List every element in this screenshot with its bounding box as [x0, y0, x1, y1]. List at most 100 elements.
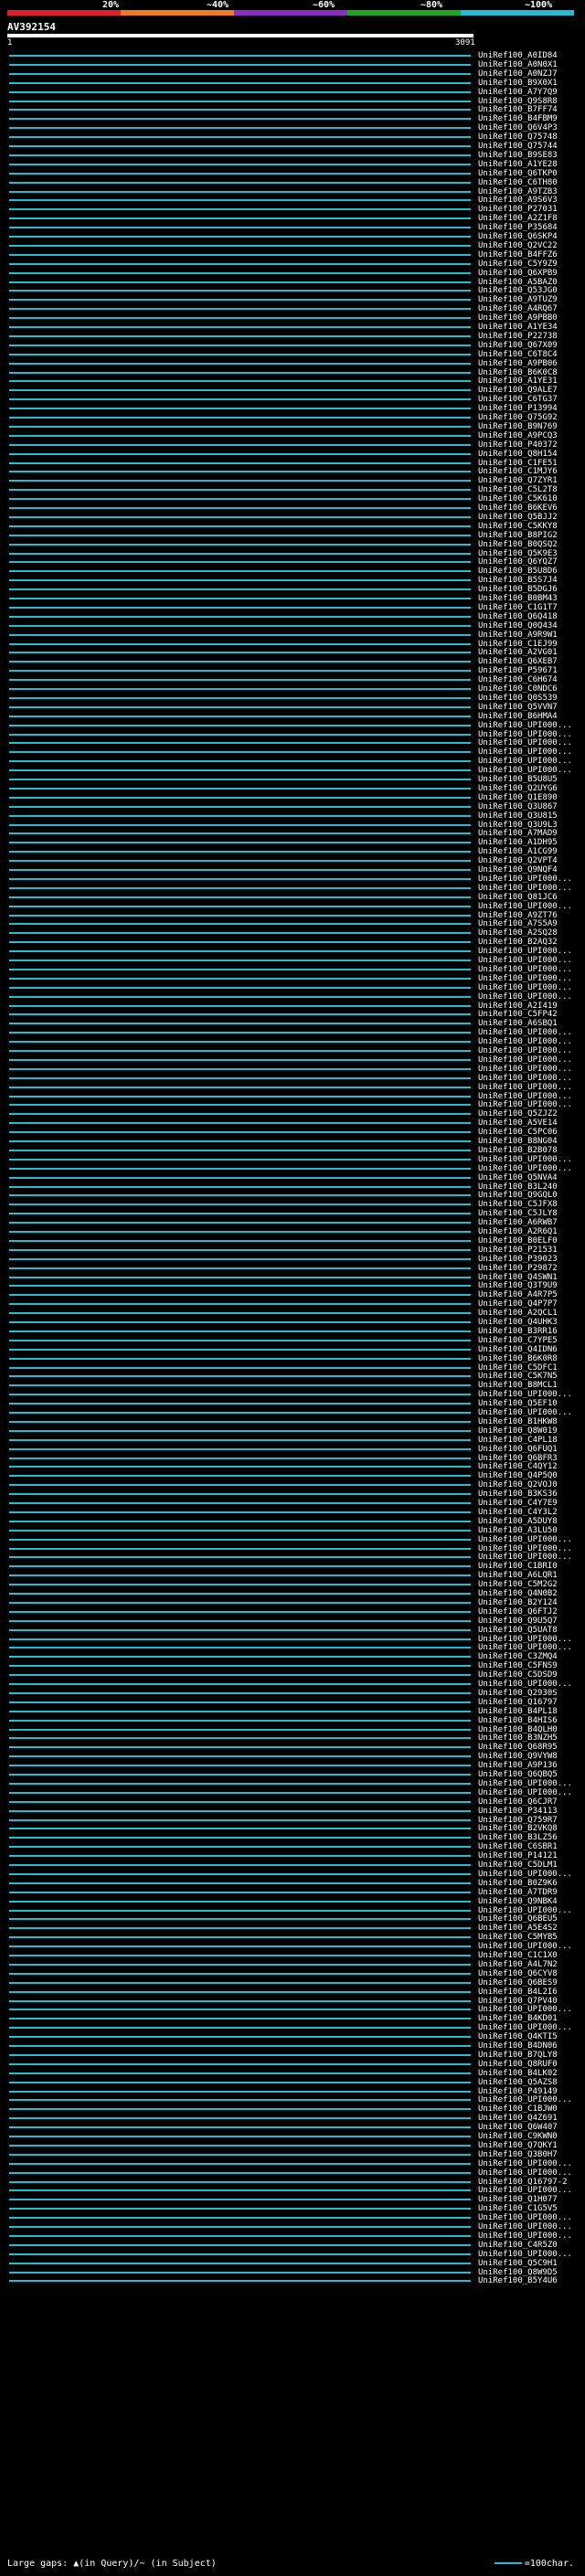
hit-name-link[interactable]: UniRef100_P13994 [478, 404, 558, 413]
hit-row[interactable]: UniRef100_Q5ZJZ2 [0, 1109, 585, 1118]
hit-alignment-bar[interactable] [9, 1321, 471, 1323]
hit-row[interactable]: UniRef100_C1BJW0 [0, 2104, 585, 2114]
hit-alignment-bar[interactable] [9, 290, 471, 292]
hit-alignment-bar[interactable] [9, 109, 471, 111]
hit-name-link[interactable]: UniRef100_Q6CYV8 [478, 1969, 558, 1978]
hit-name-link[interactable]: UniRef100_A4L7N2 [478, 1960, 558, 1969]
hit-name-link[interactable]: UniRef100_B2VKQ8 [478, 1824, 558, 1833]
hit-name-link[interactable]: UniRef100_C5DFC1 [478, 1363, 558, 1373]
hit-alignment-bar[interactable] [9, 1809, 471, 1812]
hit-alignment-bar[interactable] [9, 1276, 471, 1278]
hit-row[interactable]: UniRef100_A1YE34 [0, 323, 585, 332]
hit-alignment-bar[interactable] [9, 832, 471, 835]
hit-name-link[interactable]: UniRef100_A9P136 [478, 1761, 558, 1770]
hit-name-link[interactable]: UniRef100_C5MYB5 [478, 1933, 558, 1942]
hit-alignment-bar[interactable] [9, 1438, 471, 1441]
hit-row[interactable]: UniRef100_Q75744 [0, 142, 585, 151]
hit-row[interactable]: UniRef100_C4R5Z0 [0, 2241, 585, 2250]
hit-name-link[interactable]: UniRef100_A7MAD9 [478, 829, 558, 838]
hit-name-link[interactable]: UniRef100_P34113 [478, 1807, 558, 1816]
hit-name-link[interactable]: UniRef100_UPI000... [478, 983, 572, 992]
hit-name-link[interactable]: UniRef100_UPI000... [478, 2023, 572, 2032]
hit-alignment-bar[interactable] [9, 2099, 471, 2102]
hit-row[interactable]: UniRef100_Q2VC22 [0, 241, 585, 250]
hit-name-link[interactable]: UniRef100_UPI000... [478, 1535, 572, 1544]
hit-row[interactable]: UniRef100_A3LU50 [0, 1526, 585, 1535]
hit-alignment-bar[interactable] [9, 507, 471, 509]
hit-name-link[interactable]: UniRef100_Q4SWN1 [478, 1273, 558, 1282]
hit-name-link[interactable]: UniRef100_B2Y124 [478, 1598, 558, 1607]
hit-name-link[interactable]: UniRef100_Q53JG0 [478, 286, 558, 295]
hit-row[interactable]: UniRef100_A2R6Q1 [0, 1227, 585, 1236]
hit-row[interactable]: UniRef100_UPI000... [0, 1390, 585, 1399]
hit-row[interactable]: UniRef100_Q7QKY1 [0, 2141, 585, 2150]
hit-row[interactable]: UniRef100_Q3T9U9 [0, 1281, 585, 1290]
hit-name-link[interactable]: UniRef100_A9PBB0 [478, 313, 558, 323]
hit-alignment-bar[interactable] [9, 525, 471, 527]
hit-name-link[interactable]: UniRef100_A7Y7Q9 [478, 88, 558, 97]
hit-row[interactable]: UniRef100_Q16797 [0, 1698, 585, 1707]
hit-name-link[interactable]: UniRef100_Q3B0H7 [478, 2150, 558, 2159]
hit-row[interactable]: UniRef100_A5VE14 [0, 1118, 585, 1128]
hit-name-link[interactable]: UniRef100_Q9NQF4 [478, 865, 558, 875]
hit-row[interactable]: UniRef100_B4QLH0 [0, 1725, 585, 1734]
hit-row[interactable]: UniRef100_C4Y3L2 [0, 1508, 585, 1517]
hit-alignment-bar[interactable] [9, 1303, 471, 1306]
hit-row[interactable]: UniRef100_A7TDR9 [0, 1888, 585, 1897]
hit-row[interactable]: UniRef100_Q6Q418 [0, 612, 585, 621]
hit-row[interactable]: UniRef100_Q6FTJ2 [0, 1607, 585, 1617]
hit-alignment-bar[interactable] [9, 633, 471, 636]
hit-row[interactable]: UniRef100_Q5NVA4 [0, 1173, 585, 1182]
hit-alignment-bar[interactable] [9, 2062, 471, 2065]
hit-name-link[interactable]: UniRef100_Q4P5Q0 [478, 1471, 558, 1480]
hit-name-link[interactable]: UniRef100_UPI000... [478, 1055, 572, 1065]
hit-alignment-bar[interactable] [9, 1999, 471, 2002]
hit-row[interactable]: UniRef100_A0N0X1 [0, 60, 585, 69]
hit-name-link[interactable]: UniRef100_P40372 [478, 440, 558, 450]
hit-alignment-bar[interactable] [9, 1538, 471, 1541]
hit-name-link[interactable]: UniRef100_Q8W019 [478, 1426, 558, 1436]
hit-alignment-bar[interactable] [9, 1891, 471, 1893]
hit-row[interactable]: UniRef100_Q6FUQ1 [0, 1445, 585, 1454]
hit-row[interactable]: UniRef100_B6K0R8 [0, 1354, 585, 1363]
hit-name-link[interactable]: UniRef100_C6T8C4 [478, 350, 558, 359]
hit-alignment-bar[interactable] [9, 1330, 471, 1332]
hit-alignment-bar[interactable] [9, 1285, 471, 1288]
hit-alignment-bar[interactable] [9, 896, 471, 898]
hit-row[interactable]: UniRef100_B0QSQ2 [0, 540, 585, 549]
hit-name-link[interactable]: UniRef100_Q6BEU5 [478, 1914, 558, 1924]
hit-alignment-bar[interactable] [9, 1403, 471, 1405]
hit-name-link[interactable]: UniRef100_A2I419 [478, 1002, 558, 1011]
hit-alignment-bar[interactable] [9, 353, 471, 355]
hit-row[interactable]: UniRef100_Q75748 [0, 133, 585, 142]
hit-alignment-bar[interactable] [9, 281, 471, 283]
hit-alignment-bar[interactable] [9, 2153, 471, 2156]
hit-alignment-bar[interactable] [9, 1828, 471, 1830]
hit-name-link[interactable]: UniRef100_Q6FTJ2 [478, 1607, 558, 1617]
hit-name-link[interactable]: UniRef100_UPI000... [478, 2213, 572, 2222]
hit-name-link[interactable]: UniRef100_A0N0X1 [478, 60, 558, 69]
hit-alignment-bar[interactable] [9, 408, 471, 410]
hit-name-link[interactable]: UniRef100_B4PL18 [478, 1707, 558, 1716]
hit-alignment-bar[interactable] [9, 253, 471, 256]
hit-alignment-bar[interactable] [9, 63, 471, 66]
hit-alignment-bar[interactable] [9, 425, 471, 428]
hit-row[interactable]: UniRef100_Q2930S [0, 1689, 585, 1698]
hit-row[interactable]: UniRef100_UPI000... [0, 1408, 585, 1417]
hit-row[interactable]: UniRef100_Q2VOJ0 [0, 1480, 585, 1489]
hit-name-link[interactable]: UniRef100_C1G5V5 [478, 2204, 558, 2213]
hit-name-link[interactable]: UniRef100_C1G1T7 [478, 603, 558, 612]
hit-row[interactable]: UniRef100_Q4P5Q0 [0, 1471, 585, 1480]
hit-name-link[interactable]: UniRef100_Q6SKP4 [478, 232, 558, 241]
hit-row[interactable]: UniRef100_A5BAZ0 [0, 278, 585, 287]
hit-name-link[interactable]: UniRef100_C5JLY8 [478, 1209, 558, 1218]
hit-name-link[interactable]: UniRef100_Q68R95 [478, 1743, 558, 1752]
hit-row[interactable]: UniRef100_A9PBB0 [0, 313, 585, 323]
hit-row[interactable]: UniRef100_C5DSD9 [0, 1670, 585, 1680]
hit-row[interactable]: UniRef100_UPI000... [0, 2186, 585, 2195]
hit-row[interactable]: UniRef100_UPI000... [0, 1553, 585, 1562]
hit-row[interactable]: UniRef100_C6T8C4 [0, 350, 585, 359]
hit-alignment-bar[interactable] [9, 914, 471, 917]
hit-alignment-bar[interactable] [9, 1257, 471, 1260]
hit-name-link[interactable]: UniRef100_C5FNS9 [478, 1661, 558, 1670]
